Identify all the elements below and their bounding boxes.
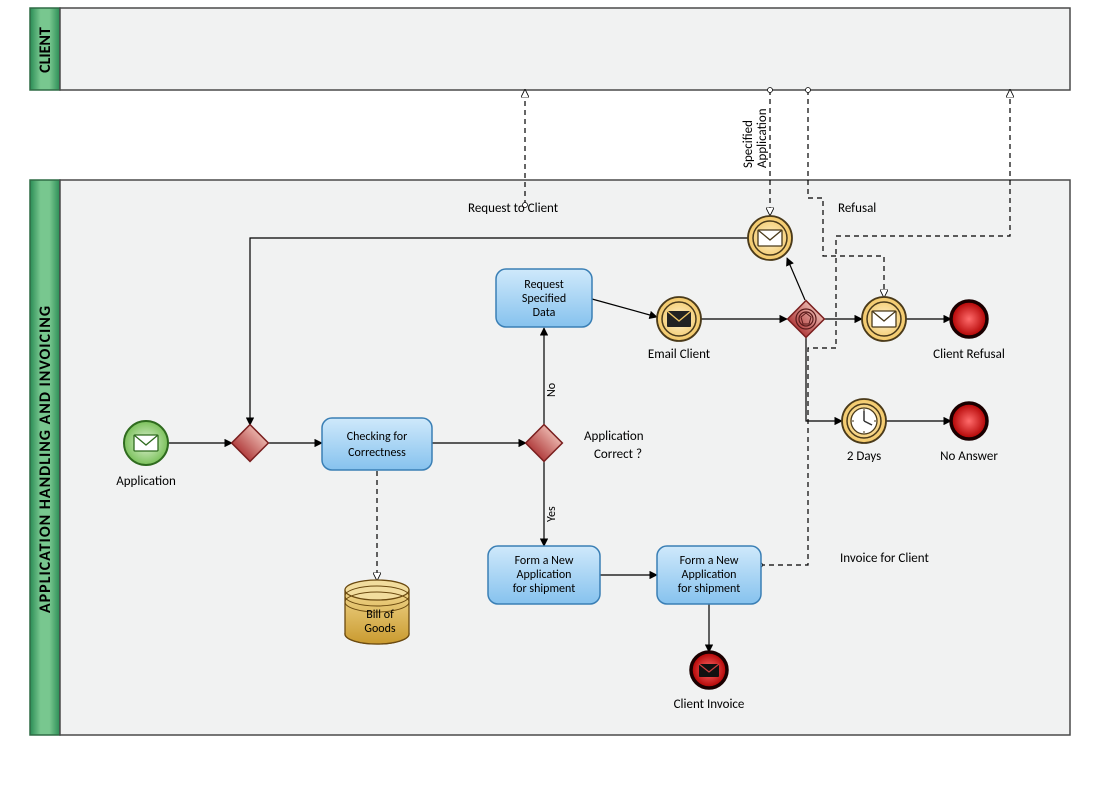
task-checking: Checking for Correctness — [322, 418, 432, 470]
seq-gwcorrect-yes-label: Yes — [545, 506, 559, 522]
event-timer-label: 2 Days — [847, 449, 881, 464]
task-form1: Form a New Application for shipment — [488, 546, 600, 604]
question-correct-1: Application — [584, 429, 644, 444]
task-form1-label-2: Application — [517, 568, 572, 582]
pool-client-title: CLIENT — [36, 27, 55, 73]
pool-main: APPLICATION HANDLING AND INVOICING — [30, 180, 1070, 735]
start-event-label: Application — [116, 474, 176, 489]
task-form1-label-1: Form a New — [515, 554, 574, 568]
task-form2-label-3: for shipment — [678, 582, 740, 596]
end-client-refusal-label: Client Refusal — [933, 347, 1005, 362]
task-request: Request Specified Data — [496, 269, 592, 327]
question-correct-2: Correct ? — [594, 447, 642, 462]
task-checking-label-2: Correctness — [348, 446, 406, 460]
seq-gwcorrect-no-label: No — [545, 383, 559, 397]
msgflow-request-to-client-label: Request to Client — [468, 201, 559, 216]
task-form2-label-1: Form a New — [680, 554, 739, 568]
data-store-bill-label-1: Bill of — [366, 608, 394, 622]
event-catch-specified — [748, 216, 792, 260]
task-request-label-1: Request — [524, 278, 563, 292]
task-checking-label-1: Checking for — [347, 430, 408, 444]
data-store-bill: Bill of Goods — [345, 580, 409, 644]
msgflow-refusal-label: Refusal — [838, 201, 876, 216]
end-no-answer-label: No Answer — [940, 449, 998, 464]
event-timer-2days: 2 Days — [842, 399, 886, 464]
pool-client: CLIENT — [30, 8, 1070, 90]
task-form2-label-2: Application — [682, 568, 737, 582]
task-request-label-2: Specified — [522, 292, 566, 306]
data-store-bill-label-2: Goods — [364, 622, 396, 636]
task-request-label-3: Data — [533, 306, 556, 320]
end-client-invoice-label: Client Invoice — [674, 697, 745, 712]
msgflow-invoice-label: Invoice for Client — [840, 551, 929, 566]
event-email-client-label: Email Client — [648, 347, 711, 362]
bpmn-diagram: CLIENT APPLICATION HANDLING AND INVOICIN… — [0, 0, 1096, 795]
msgflow-specified-app-label-2: Application — [755, 108, 770, 168]
task-form1-label-3: for shipment — [513, 582, 575, 596]
event-refusal-msg — [862, 297, 906, 341]
pool-main-title: APPLICATION HANDLING AND INVOICING — [36, 305, 55, 613]
task-form2: Form a New Application for shipment — [657, 546, 761, 604]
msgflow-specified-app-label-1: Specified — [741, 120, 756, 168]
